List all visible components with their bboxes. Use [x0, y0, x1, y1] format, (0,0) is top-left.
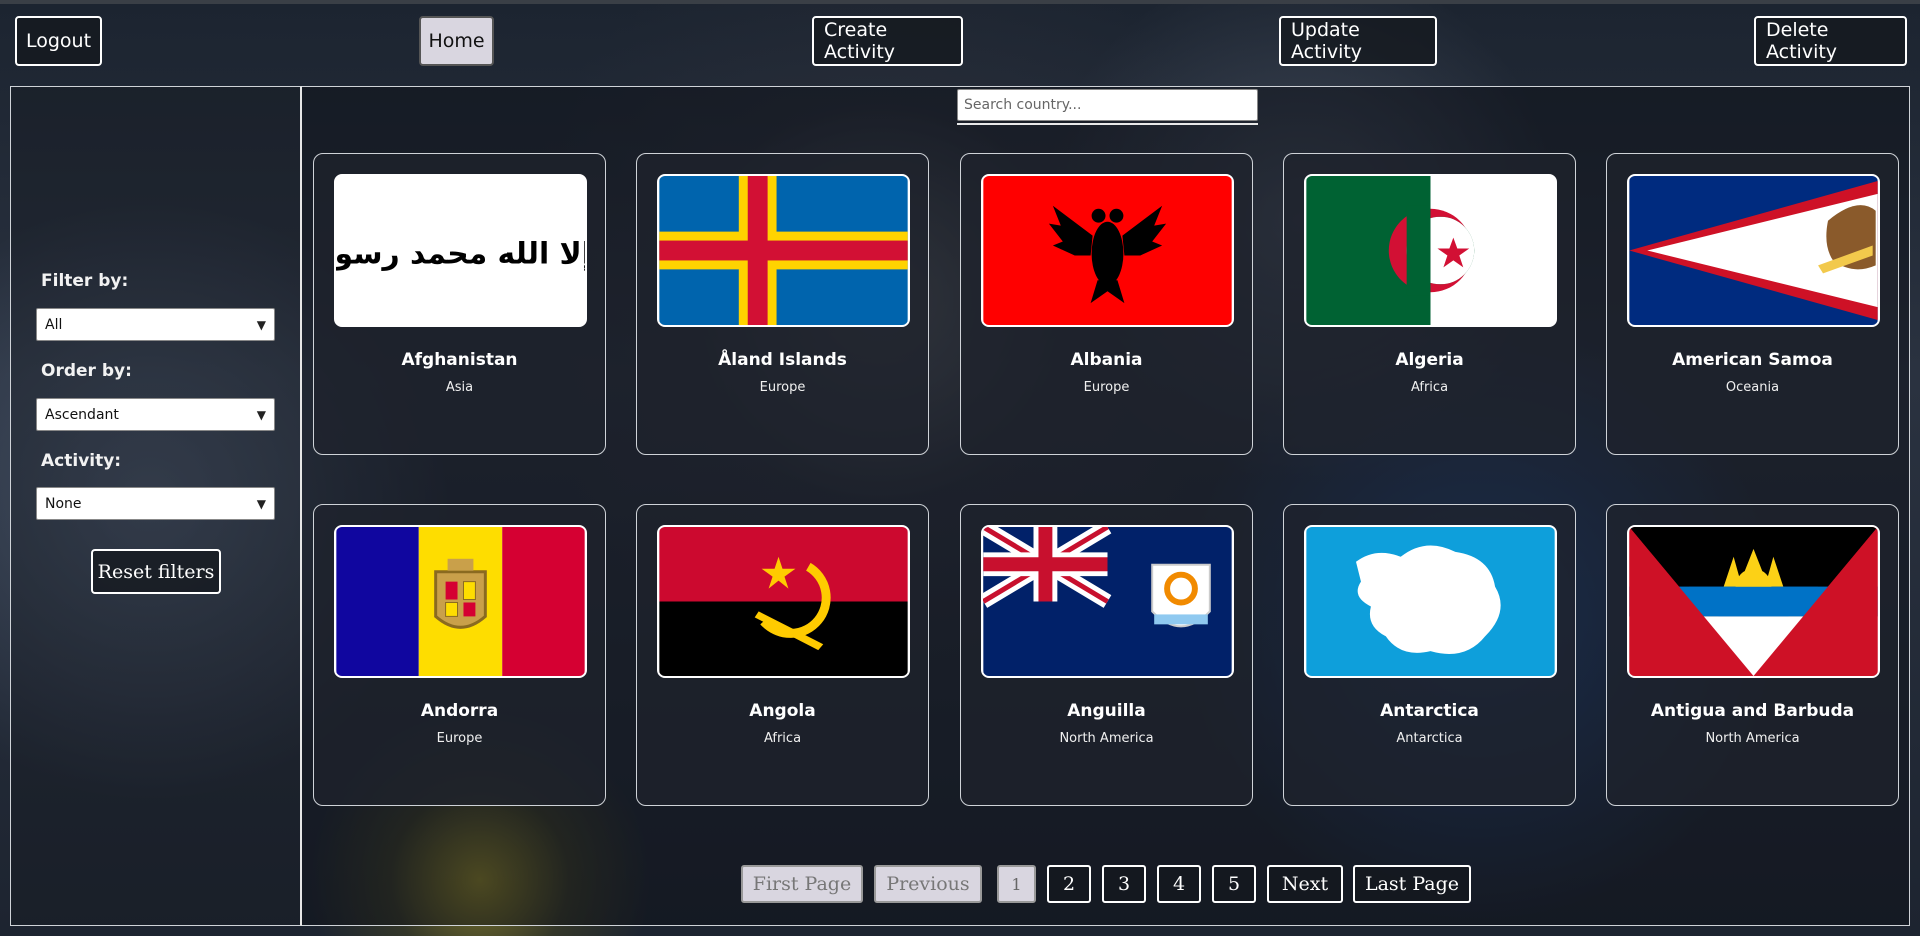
reset-filters-button[interactable]: Reset filters: [91, 549, 221, 594]
country-card[interactable]: Albania Europe: [960, 153, 1253, 455]
country-continent: Oceania: [1725, 380, 1780, 395]
country-continent: Europe: [436, 731, 483, 746]
country-name: Angola: [749, 701, 816, 721]
first-page-button[interactable]: First Page: [741, 865, 863, 903]
flag-image: [1627, 525, 1880, 678]
country-continent: Africa: [1410, 380, 1449, 395]
search-input[interactable]: Search country...: [957, 89, 1258, 121]
top-edge: [0, 0, 1920, 4]
country-name: Algeria: [1395, 350, 1464, 370]
search-underline: [957, 123, 1258, 125]
country-name: Anguilla: [1067, 701, 1146, 721]
flag-image: [1304, 174, 1557, 327]
country-card[interactable]: American Samoa Oceania: [1606, 153, 1899, 455]
chevron-down-icon: ▼: [256, 407, 266, 422]
chevron-down-icon: ▼: [256, 317, 266, 332]
country-continent: North America: [1705, 731, 1800, 746]
flag-image: لا إله إلا الله محمد رسول الله: [334, 174, 587, 327]
flag-image: [1304, 525, 1557, 678]
country-name: Åland Islands: [718, 350, 847, 370]
home-button[interactable]: Home: [419, 16, 494, 66]
country-card[interactable]: Andorra Europe: [313, 504, 606, 806]
country-name: Antarctica: [1380, 701, 1479, 721]
country-continent: Africa: [763, 731, 802, 746]
country-card[interactable]: Antarctica Antarctica: [1283, 504, 1576, 806]
country-card[interactable]: Åland Islands Europe: [636, 153, 929, 455]
country-continent: Europe: [1083, 380, 1130, 395]
flag-image: [981, 525, 1234, 678]
activity-label: Activity:: [41, 451, 122, 471]
delete-activity-button[interactable]: Delete Activity: [1754, 16, 1907, 66]
flag-script: لا إله إلا الله محمد رسول الله: [336, 236, 585, 271]
filter-select-value: All: [45, 316, 63, 333]
country-name: Afghanistan: [401, 350, 518, 370]
activity-select[interactable]: None ▼: [36, 487, 275, 520]
flag-image: [657, 174, 910, 327]
page-4-button[interactable]: 4: [1157, 865, 1201, 903]
flag-image: [981, 174, 1234, 327]
chevron-down-icon: ▼: [256, 496, 266, 511]
filters-sidebar: Filter by: All ▼ Order by: Ascendant ▼ A…: [10, 86, 302, 926]
country-card[interactable]: Angola Africa: [636, 504, 929, 806]
page-2-button[interactable]: 2: [1047, 865, 1091, 903]
country-name: American Samoa: [1672, 350, 1833, 370]
country-card[interactable]: Algeria Africa: [1283, 153, 1576, 455]
previous-page-button[interactable]: Previous: [874, 865, 982, 903]
page-1-button[interactable]: 1: [997, 865, 1036, 903]
country-name: Antigua and Barbuda: [1650, 701, 1855, 721]
country-card[interactable]: Anguilla North America: [960, 504, 1253, 806]
activity-select-value: None: [45, 495, 82, 512]
order-by-label: Order by:: [41, 361, 132, 381]
last-page-button[interactable]: Last Page: [1353, 865, 1471, 903]
country-continent: Asia: [445, 380, 474, 395]
page-5-button[interactable]: 5: [1212, 865, 1256, 903]
page-3-button[interactable]: 3: [1102, 865, 1146, 903]
country-card[interactable]: لا إله إلا الله محمد رسول الله Afghanist…: [313, 153, 606, 455]
country-name: Andorra: [420, 701, 499, 721]
order-select-value: Ascendant: [45, 406, 119, 423]
filter-by-label: Filter by:: [41, 271, 129, 291]
country-continent: Antarctica: [1396, 731, 1463, 746]
create-activity-button[interactable]: Create Activity: [812, 16, 963, 66]
logout-button[interactable]: Logout: [15, 16, 102, 66]
flag-image: [334, 525, 587, 678]
flag-image: [1627, 174, 1880, 327]
update-activity-button[interactable]: Update Activity: [1279, 16, 1437, 66]
country-card[interactable]: Antigua and Barbuda North America: [1606, 504, 1899, 806]
countries-panel: Search country... لا إله إلا الله محمد ر…: [302, 86, 1910, 926]
order-select[interactable]: Ascendant ▼: [36, 398, 275, 431]
country-continent: North America: [1059, 731, 1154, 746]
country-continent: Europe: [759, 380, 806, 395]
flag-image: [657, 525, 910, 678]
country-name: Albania: [1070, 350, 1143, 370]
filter-select[interactable]: All ▼: [36, 308, 275, 341]
next-page-button[interactable]: Next: [1267, 865, 1343, 903]
